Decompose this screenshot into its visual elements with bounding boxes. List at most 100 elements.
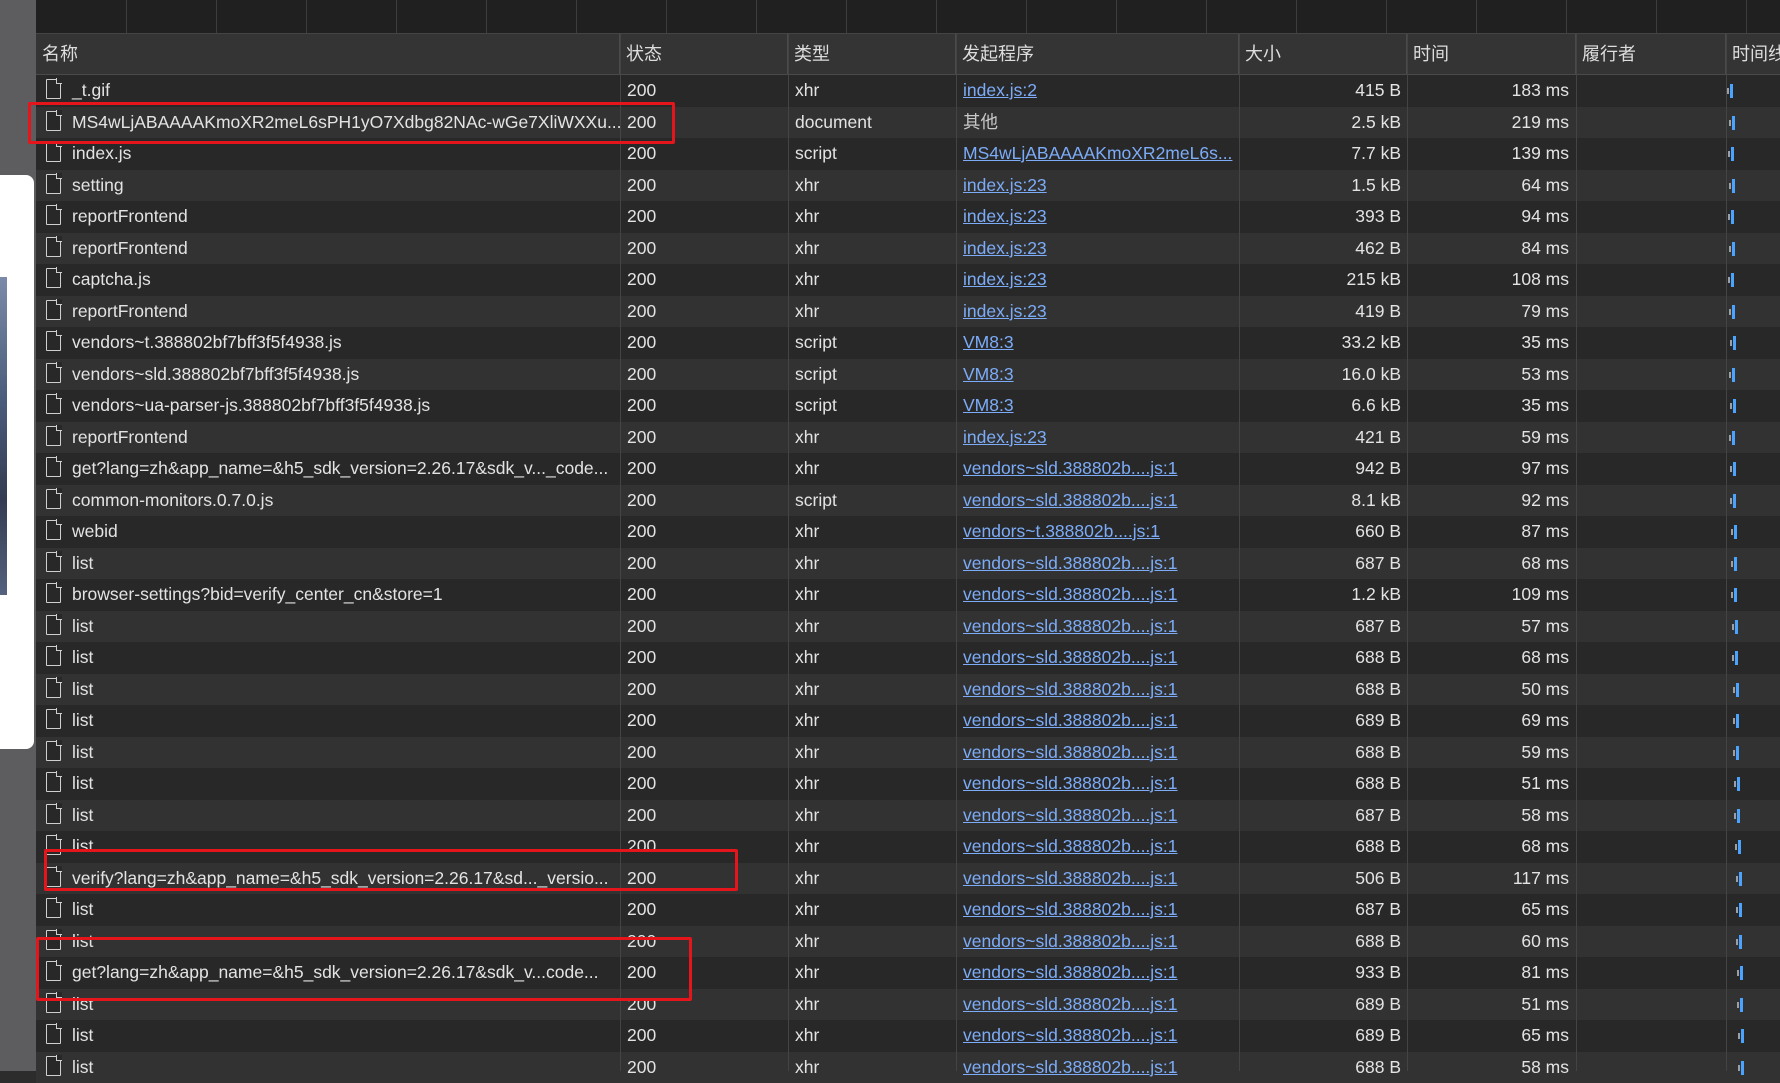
- table-row[interactable]: captcha.js200xhrindex.js:23215 kB108 ms: [36, 264, 1780, 296]
- table-row[interactable]: common-monitors.0.7.0.js200scriptvendors…: [36, 485, 1780, 517]
- initiator-link[interactable]: VM8:3: [963, 395, 1014, 415]
- table-row[interactable]: list200xhrvendors~sld.388802b....js:1687…: [36, 894, 1780, 926]
- table-row[interactable]: list200xhrvendors~sld.388802b....js:1687…: [36, 548, 1780, 580]
- initiator-link[interactable]: index.js:23: [963, 175, 1047, 195]
- request-name-cell[interactable]: list: [36, 611, 620, 643]
- column-divider[interactable]: [1726, 34, 1727, 1071]
- table-row[interactable]: list200xhrvendors~sld.388802b....js:1687…: [36, 611, 1780, 643]
- table-row[interactable]: vendors~ua-parser-js.388802bf7bff3f5f493…: [36, 390, 1780, 422]
- request-name-cell[interactable]: reportFrontend: [36, 422, 620, 454]
- request-name-cell[interactable]: vendors~t.388802bf7bff3f5f4938.js: [36, 327, 620, 359]
- initiator-link[interactable]: vendors~sld.388802b....js:1: [963, 458, 1178, 478]
- column-header-waterfall[interactable]: 时间线: [1726, 34, 1780, 74]
- request-name-cell[interactable]: vendors~sld.388802bf7bff3f5f4938.js: [36, 359, 620, 391]
- initiator-link[interactable]: vendors~sld.388802b....js:1: [963, 962, 1178, 982]
- initiator-cell: index.js:23: [956, 264, 1239, 296]
- table-row[interactable]: reportFrontend200xhrindex.js:23393 B94 m…: [36, 201, 1780, 233]
- table-row[interactable]: list200xhrvendors~sld.388802b....js:1688…: [36, 768, 1780, 800]
- table-row[interactable]: reportFrontend200xhrindex.js:23419 B79 m…: [36, 296, 1780, 328]
- request-name-cell[interactable]: list: [36, 674, 620, 706]
- column-divider[interactable]: [956, 34, 957, 1071]
- request-name-cell[interactable]: list: [36, 705, 620, 737]
- request-name-cell[interactable]: webid: [36, 516, 620, 548]
- column-divider[interactable]: [1576, 34, 1577, 1071]
- table-row[interactable]: list200xhrvendors~sld.388802b....js:1688…: [36, 737, 1780, 769]
- initiator-link[interactable]: vendors~sld.388802b....js:1: [963, 805, 1178, 825]
- table-row[interactable]: list200xhrvendors~sld.388802b....js:1689…: [36, 1020, 1780, 1052]
- request-name-cell[interactable]: list: [36, 800, 620, 832]
- initiator-link[interactable]: VM8:3: [963, 332, 1014, 352]
- initiator-link[interactable]: vendors~sld.388802b....js:1: [963, 742, 1178, 762]
- initiator-link[interactable]: vendors~sld.388802b....js:1: [963, 994, 1178, 1014]
- type-cell: xhr: [788, 674, 956, 706]
- table-row[interactable]: vendors~t.388802bf7bff3f5f4938.js200scri…: [36, 327, 1780, 359]
- table-row[interactable]: setting200xhrindex.js:231.5 kB64 ms: [36, 170, 1780, 202]
- column-header-fulfilled-by[interactable]: 履行者: [1576, 34, 1726, 74]
- column-header-time[interactable]: 时间: [1407, 34, 1576, 74]
- column-divider[interactable]: [620, 34, 621, 1071]
- request-name-cell[interactable]: browser-settings?bid=verify_center_cn&st…: [36, 579, 620, 611]
- request-name-cell[interactable]: reportFrontend: [36, 201, 620, 233]
- table-row[interactable]: browser-settings?bid=verify_center_cn&st…: [36, 579, 1780, 611]
- fulfilled-by-cell: [1576, 422, 1726, 454]
- column-header-initiator[interactable]: 发起程序: [956, 34, 1239, 74]
- table-row[interactable]: list200xhrvendors~sld.388802b....js:1688…: [36, 674, 1780, 706]
- initiator-link[interactable]: vendors~sld.388802b....js:1: [963, 616, 1178, 636]
- table-row[interactable]: list200xhrvendors~sld.388802b....js:1689…: [36, 705, 1780, 737]
- initiator-link[interactable]: vendors~sld.388802b....js:1: [963, 1057, 1178, 1077]
- request-name-cell[interactable]: vendors~ua-parser-js.388802bf7bff3f5f493…: [36, 390, 620, 422]
- initiator-link[interactable]: vendors~sld.388802b....js:1: [963, 710, 1178, 730]
- request-name-cell[interactable]: list: [36, 737, 620, 769]
- initiator-link[interactable]: index.js:2: [963, 80, 1037, 100]
- request-name-cell[interactable]: list: [36, 1052, 620, 1083]
- table-row[interactable]: get?lang=zh&app_name=&h5_sdk_version=2.2…: [36, 453, 1780, 485]
- initiator-link[interactable]: vendors~sld.388802b....js:1: [963, 868, 1178, 888]
- initiator-link[interactable]: vendors~t.388802b....js:1: [963, 521, 1160, 541]
- column-header-name[interactable]: 名称: [36, 34, 620, 74]
- column-divider[interactable]: [1239, 34, 1240, 1071]
- initiator-link[interactable]: index.js:23: [963, 269, 1047, 289]
- column-header-size[interactable]: 大小: [1239, 34, 1407, 74]
- initiator-link[interactable]: vendors~sld.388802b....js:1: [963, 647, 1178, 667]
- table-row[interactable]: list200xhrvendors~sld.388802b....js:1688…: [36, 1052, 1780, 1083]
- request-name-cell[interactable]: list: [36, 1020, 620, 1052]
- initiator-link[interactable]: MS4wLjABAAAAKmoXR2meL6s...: [963, 143, 1232, 163]
- overview-timeline[interactable]: [36, 0, 1780, 34]
- size-cell: 688 B: [1239, 642, 1407, 674]
- initiator-link[interactable]: vendors~sld.388802b....js:1: [963, 584, 1178, 604]
- request-name-cell[interactable]: setting: [36, 170, 620, 202]
- request-name-cell[interactable]: get?lang=zh&app_name=&h5_sdk_version=2.2…: [36, 453, 620, 485]
- column-header-type[interactable]: 类型: [788, 34, 956, 74]
- column-divider[interactable]: [1407, 34, 1408, 1071]
- request-name-cell[interactable]: common-monitors.0.7.0.js: [36, 485, 620, 517]
- initiator-link[interactable]: vendors~sld.388802b....js:1: [963, 836, 1178, 856]
- request-name-cell[interactable]: captcha.js: [36, 264, 620, 296]
- request-name-cell[interactable]: list: [36, 768, 620, 800]
- request-name-cell[interactable]: list: [36, 894, 620, 926]
- request-table-body: _t.gif200xhrindex.js:2415 B183 msMS4wLjA…: [36, 75, 1780, 1083]
- initiator-link[interactable]: vendors~sld.388802b....js:1: [963, 931, 1178, 951]
- table-row[interactable]: reportFrontend200xhrindex.js:23421 B59 m…: [36, 422, 1780, 454]
- column-divider[interactable]: [788, 34, 789, 1071]
- table-row[interactable]: list200xhrvendors~sld.388802b....js:1688…: [36, 642, 1780, 674]
- initiator-link[interactable]: vendors~sld.388802b....js:1: [963, 1025, 1178, 1045]
- initiator-link[interactable]: vendors~sld.388802b....js:1: [963, 899, 1178, 919]
- table-row[interactable]: list200xhrvendors~sld.388802b....js:1687…: [36, 800, 1780, 832]
- initiator-link[interactable]: vendors~sld.388802b....js:1: [963, 773, 1178, 793]
- request-name-cell[interactable]: reportFrontend: [36, 233, 620, 265]
- initiator-link[interactable]: index.js:23: [963, 427, 1047, 447]
- initiator-link[interactable]: vendors~sld.388802b....js:1: [963, 679, 1178, 699]
- request-name-cell[interactable]: list: [36, 548, 620, 580]
- request-name-cell[interactable]: reportFrontend: [36, 296, 620, 328]
- request-name-cell[interactable]: list: [36, 642, 620, 674]
- column-header-status[interactable]: 状态: [620, 34, 788, 74]
- initiator-link[interactable]: vendors~sld.388802b....js:1: [963, 553, 1178, 573]
- initiator-link[interactable]: index.js:23: [963, 238, 1047, 258]
- table-row[interactable]: reportFrontend200xhrindex.js:23462 B84 m…: [36, 233, 1780, 265]
- table-row[interactable]: vendors~sld.388802bf7bff3f5f4938.js200sc…: [36, 359, 1780, 391]
- initiator-link[interactable]: VM8:3: [963, 364, 1014, 384]
- initiator-link[interactable]: vendors~sld.388802b....js:1: [963, 490, 1178, 510]
- initiator-link[interactable]: index.js:23: [963, 206, 1047, 226]
- table-row[interactable]: webid200xhrvendors~t.388802b....js:1660 …: [36, 516, 1780, 548]
- initiator-link[interactable]: index.js:23: [963, 301, 1047, 321]
